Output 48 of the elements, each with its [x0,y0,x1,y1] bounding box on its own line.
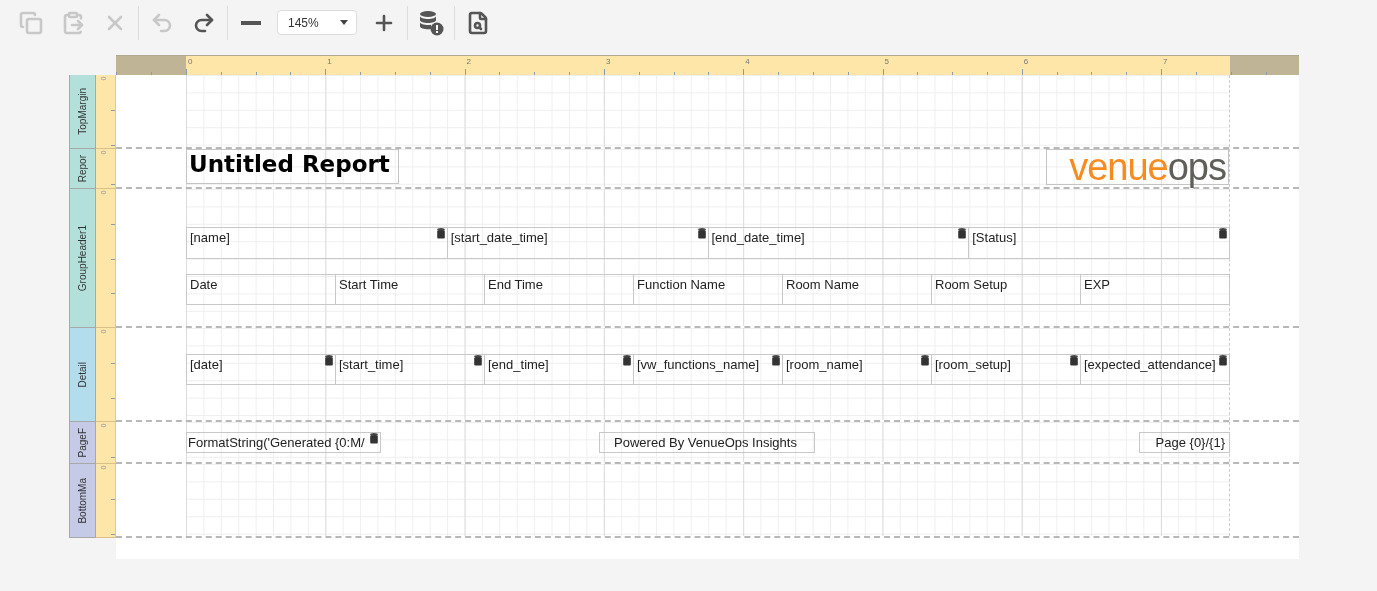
database-icon [921,355,929,366]
data-field: [end_time] [485,354,634,385]
column-header-label: Room Name [783,274,932,305]
band-label[interactable]: BottomMa [69,464,96,538]
band-label[interactable]: PageF [69,422,96,464]
database-icon [623,355,631,366]
data-field: [start_time] [336,354,485,385]
data-field: [end_date_time] [708,227,970,259]
page-number-field: Page {0}/{1} [1139,432,1230,453]
caret-icon [340,20,348,25]
data-field: [start_date_time] [447,227,709,259]
data-field: [expected_attendance] [1081,354,1230,385]
data-field: [Status] [969,227,1230,259]
column-header-label: Date [186,274,336,305]
database-icon [958,228,967,239]
horizontal-ruler: 0 1 2 3 4 5 6 7 [116,55,1299,75]
data-field: [name] [186,227,448,259]
database-icon [1070,355,1078,366]
column-header-label: Start Time [336,274,485,305]
database-icon [436,228,445,239]
band-label[interactable]: Detail [69,328,96,422]
column-header-label: Room Setup [932,274,1081,305]
column-header-label: EXP [1081,274,1230,305]
data-field: [room_name] [783,354,932,385]
paste-icon [61,10,85,35]
band-label[interactable]: GroupHeader1 [69,189,96,328]
band-label[interactable]: TopMargin [69,75,96,149]
column-header-label: End Time [485,274,634,305]
copy-icon [19,10,43,35]
data-field: [vw_functions_name] [634,354,783,385]
database-icon [325,355,333,366]
database-icon [474,355,482,366]
database-icon [772,355,780,366]
minus-icon [241,20,261,25]
database-icon [370,433,378,444]
data-field: [date] [186,354,336,385]
data-field: [room_setup] [932,354,1081,385]
database-icon [697,228,706,239]
database-warning-icon [418,9,444,36]
report-title: Untitled Report [186,149,399,184]
zoom-select[interactable]: 145% [277,10,357,35]
database-icon [1219,355,1227,366]
database-icon [1219,228,1227,239]
expression-field: FormatString('Generated {0:M/ [186,432,381,453]
footer-text: Powered By VenueOps Insights [599,432,815,453]
document-search-icon [466,10,490,35]
column-header-label: Function Name [634,274,783,305]
band-label[interactable]: Repor [69,149,96,189]
